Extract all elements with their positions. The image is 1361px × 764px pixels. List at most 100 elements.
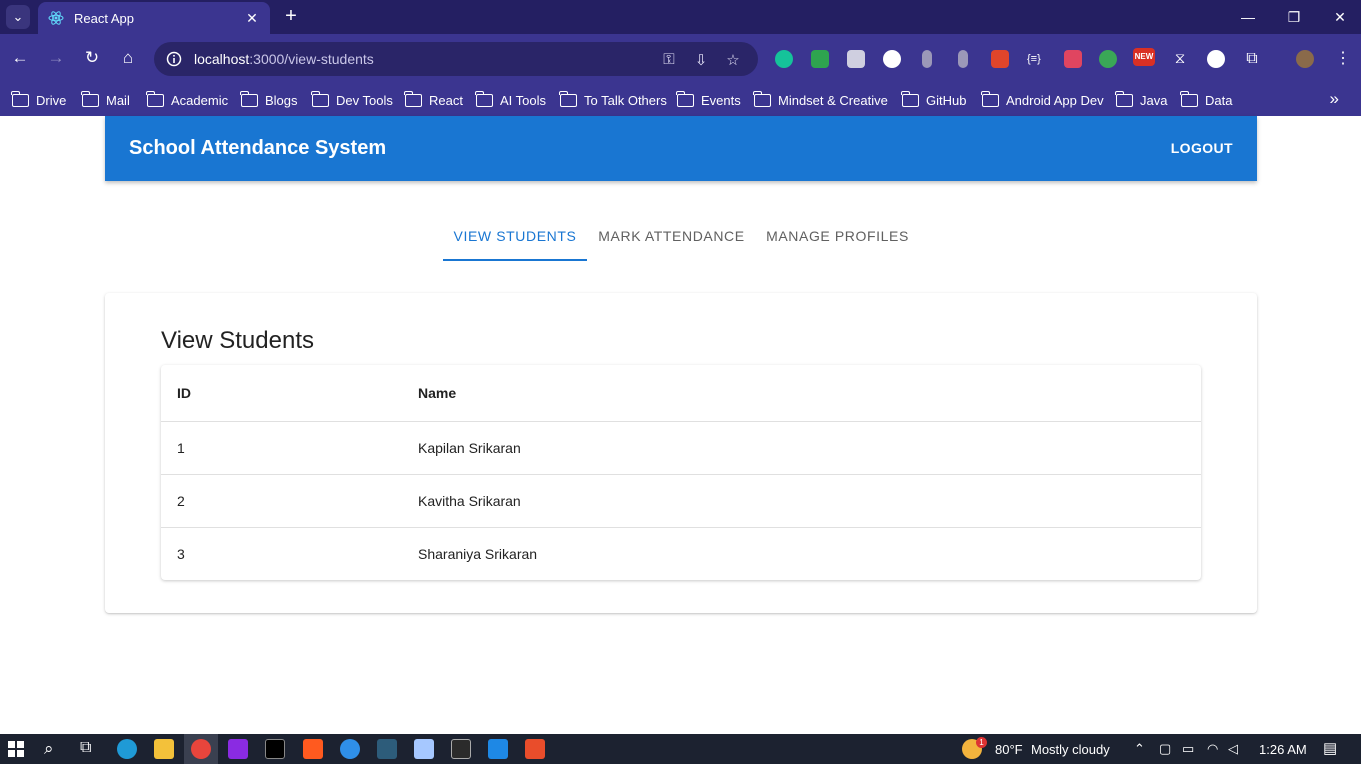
reload-icon[interactable]: ↻ <box>78 44 106 72</box>
students-table: ID Name 1 Kapilan Srikaran 2 Kavitha Sri… <box>161 365 1201 580</box>
browser-menu-icon[interactable]: ⋮ <box>1334 50 1352 68</box>
bookmark-star-icon[interactable]: ☆ <box>724 51 742 69</box>
folder-icon <box>981 90 999 107</box>
folder-icon <box>146 90 164 107</box>
bookmark-folder[interactable]: AI Tools <box>475 89 546 111</box>
table-row: 1 Kapilan Srikaran <box>161 422 1201 475</box>
table-row: 3 Sharaniya Srikaran <box>161 528 1201 581</box>
intellij-icon[interactable] <box>265 739 285 759</box>
bookmark-folder[interactable]: Mindset & Creative <box>753 89 888 111</box>
battery-icon[interactable]: ▭ <box>1182 741 1194 757</box>
grammarly-icon[interactable] <box>775 50 793 68</box>
bookmark-folder[interactable]: Dev Tools <box>311 89 393 111</box>
bookmark-folder[interactable]: GitHub <box>901 89 966 111</box>
app-shield-icon[interactable] <box>414 739 434 759</box>
app-title: School Attendance System <box>129 137 387 159</box>
url-text: localhost:3000/view-students <box>194 51 374 67</box>
meet-now-icon[interactable]: ▢ <box>1159 741 1171 757</box>
new-tab-button[interactable]: + <box>280 5 302 27</box>
cell-id: 1 <box>177 440 185 456</box>
address-bar[interactable]: localhost:3000/view-students ⚿ ⇩ ☆ <box>154 42 758 76</box>
close-window-icon[interactable]: ✕ <box>1317 0 1361 34</box>
bookmark-folder[interactable]: Mail <box>81 89 130 111</box>
weather-temperature[interactable]: 80°F <box>995 742 1023 757</box>
extension-dot-icon[interactable] <box>922 50 932 68</box>
browser-tab-active[interactable]: React App ✕ <box>38 2 270 34</box>
table-row: 2 Kavitha Srikaran <box>161 475 1201 528</box>
windows-start-icon[interactable] <box>8 741 24 757</box>
extension-json-icon[interactable]: {≡} <box>1027 50 1045 68</box>
extension-screenshot-icon[interactable] <box>1064 50 1082 68</box>
tab-title: React App <box>74 10 134 26</box>
tab-manage-profiles[interactable]: MANAGE PROFILES <box>756 214 919 261</box>
search-icon[interactable]: ⌕ <box>44 739 54 759</box>
back-icon[interactable]: ← <box>6 44 34 72</box>
clock-time[interactable]: 1:26 AM <box>1259 742 1307 757</box>
extension-mail-icon[interactable] <box>811 50 829 68</box>
edge-icon[interactable] <box>117 739 137 759</box>
mysql-workbench-icon[interactable] <box>377 739 397 759</box>
browser-toolbar: ← → ↻ ⌂ localhost:3000/view-students ⚿ ⇩… <box>0 34 1361 84</box>
extension-new-badge[interactable]: NEW <box>1133 48 1155 66</box>
tab-view-students[interactable]: VIEW STUDENTS <box>443 214 587 261</box>
extensions-puzzle-icon[interactable]: ⧉ <box>1243 50 1261 68</box>
bookmark-folder[interactable]: Drive <box>11 89 66 111</box>
restore-icon[interactable]: ❐ <box>1271 0 1317 34</box>
extension-color-icon[interactable] <box>883 50 901 68</box>
onenote-icon[interactable] <box>228 739 248 759</box>
chevron-up-icon[interactable]: ⌃ <box>1134 741 1145 757</box>
profile-avatar[interactable] <box>1296 50 1314 68</box>
extension-dot-icon-2[interactable] <box>958 50 968 68</box>
column-header-id: ID <box>177 385 191 401</box>
bookmarks-bar: Drive Mail Academic Blogs Dev Tools Reac… <box>0 84 1361 116</box>
app-postman-icon[interactable] <box>525 739 545 759</box>
chrome-icon[interactable] <box>191 739 211 759</box>
app-c-icon[interactable] <box>303 739 323 759</box>
folder-icon <box>901 90 919 107</box>
folder-icon <box>311 90 329 107</box>
docker-icon[interactable] <box>340 739 360 759</box>
tab-mark-attendance[interactable]: MARK ATTENDANCE <box>587 214 756 261</box>
bookmark-folder[interactable]: Data <box>1180 89 1232 111</box>
extension-rgb-icon[interactable] <box>1099 50 1117 68</box>
camera-icon[interactable] <box>847 50 865 68</box>
chevron-down-icon: ⌄ <box>12 9 24 24</box>
browser-tabstrip: ⌄ React App ✕ + — ❐ ✕ <box>0 0 1361 34</box>
forward-icon[interactable]: → <box>42 44 70 72</box>
volume-icon[interactable]: ◁ <box>1228 741 1238 757</box>
cell-name: Kapilan Srikaran <box>418 440 521 456</box>
more-bookmarks-icon[interactable]: » <box>1330 89 1339 109</box>
extension-bug-icon[interactable] <box>991 50 1009 68</box>
terminal-icon[interactable] <box>451 739 471 759</box>
bookmark-folder[interactable]: Events <box>676 89 741 111</box>
section-tabs: VIEW STUDENTS MARK ATTENDANCE MANAGE PRO… <box>0 214 1361 261</box>
notifications-icon[interactable]: ▤ <box>1323 739 1337 757</box>
wifi-icon[interactable]: ◠ <box>1207 741 1218 757</box>
close-tab-icon[interactable]: ✕ <box>244 10 260 27</box>
folder-icon <box>11 90 29 107</box>
vscode-icon[interactable] <box>488 739 508 759</box>
cell-id: 2 <box>177 493 185 509</box>
logout-button[interactable]: LOGOUT <box>1171 140 1233 156</box>
task-view-icon[interactable]: ⧉ <box>80 739 91 757</box>
bookmark-folder[interactable]: Java <box>1115 89 1167 111</box>
extension-hourglass-icon[interactable]: ⧖ <box>1171 50 1189 68</box>
cell-name: Sharaniya Srikaran <box>418 546 538 562</box>
minimize-icon[interactable]: — <box>1225 0 1271 34</box>
folder-icon <box>676 90 694 107</box>
site-info-icon[interactable] <box>166 51 182 67</box>
weather-description[interactable]: Mostly cloudy <box>1031 742 1110 757</box>
content-card: View Students ID Name 1 Kapilan Srikaran… <box>105 293 1257 613</box>
tab-search-button[interactable]: ⌄ <box>6 5 30 29</box>
bookmark-folder[interactable]: React <box>404 89 463 111</box>
table-header-row: ID Name <box>161 365 1201 422</box>
password-key-icon[interactable]: ⚿ <box>660 51 678 68</box>
extension-w-icon[interactable] <box>1207 50 1225 68</box>
file-explorer-icon[interactable] <box>154 739 174 759</box>
home-icon[interactable]: ⌂ <box>114 44 142 72</box>
bookmark-folder[interactable]: Academic <box>146 89 228 111</box>
bookmark-folder[interactable]: Blogs <box>240 89 298 111</box>
install-app-icon[interactable]: ⇩ <box>692 51 710 69</box>
bookmark-folder[interactable]: To Talk Others <box>559 89 667 111</box>
bookmark-folder[interactable]: Android App Dev <box>981 89 1104 111</box>
